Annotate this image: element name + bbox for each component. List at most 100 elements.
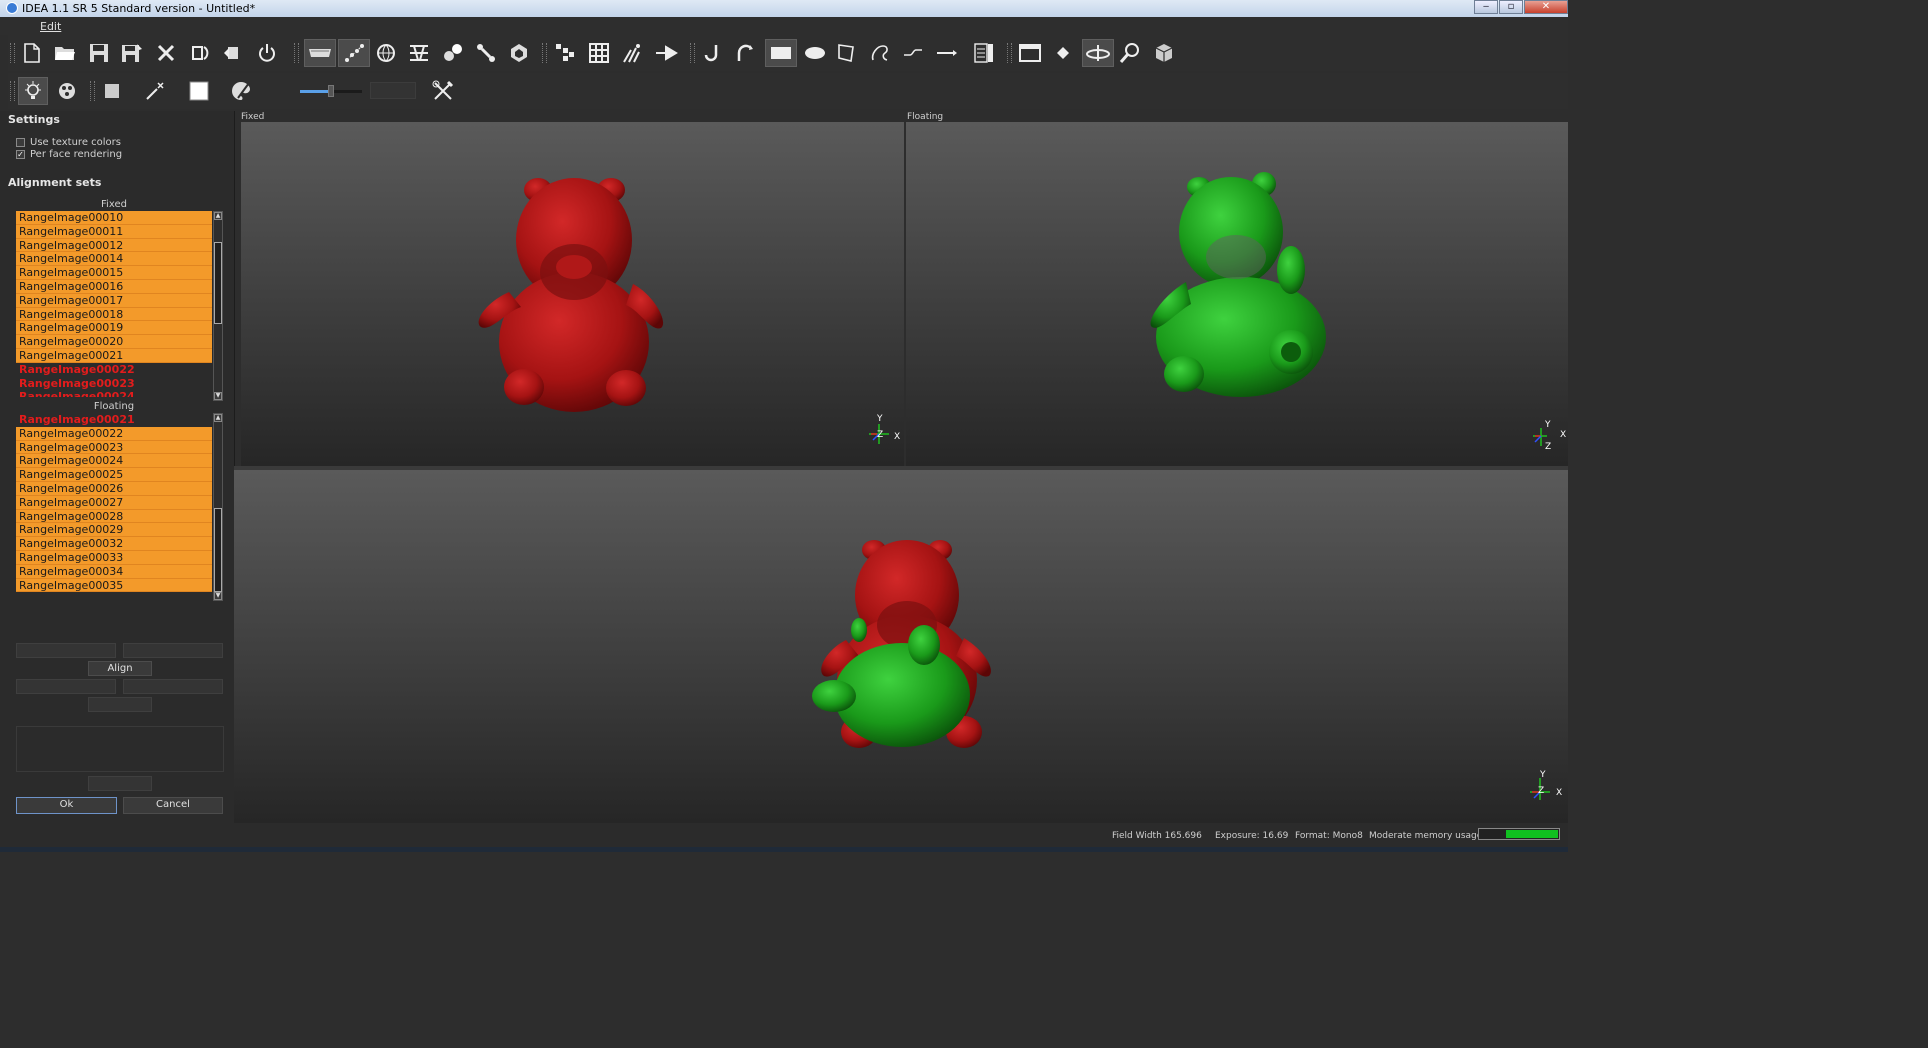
list-item[interactable]: RangeImage00022 [16, 426, 212, 441]
cancel-button[interactable]: Cancel [123, 797, 223, 814]
list-item[interactable]: RangeImage00021 [16, 348, 212, 363]
list-item[interactable]: RangeImage00023 [16, 377, 212, 391]
list-item[interactable]: RangeImage00025 [16, 468, 212, 482]
power-icon[interactable] [253, 39, 281, 67]
grid-small-icon[interactable] [551, 39, 579, 67]
ellipse-icon[interactable] [799, 39, 831, 67]
list-item[interactable]: RangeImage00023 [16, 440, 212, 455]
minimize-button[interactable]: ‒ [1474, 0, 1498, 14]
toolbar-grip[interactable] [10, 43, 15, 63]
list-item[interactable]: RangeImage00034 [16, 564, 212, 579]
save-as-icon[interactable] [118, 39, 146, 67]
square-stop-icon[interactable] [98, 77, 126, 105]
floating-list-scrollbar[interactable]: ▲ ▼ [213, 413, 223, 601]
scroll-up-icon[interactable]: ▲ [214, 414, 222, 422]
use-texture-colors-row[interactable]: Use texture colors [16, 137, 121, 148]
fixed-list-scrollbar[interactable]: ▲ ▼ [213, 211, 223, 401]
wave-line-icon[interactable] [899, 39, 927, 67]
window-icon[interactable] [1016, 39, 1044, 67]
paint-palette-icon[interactable] [227, 77, 255, 105]
delete-x-icon[interactable] [152, 39, 180, 67]
list-item[interactable]: RangeImage00012 [16, 238, 212, 253]
floating-viewport[interactable]: Y Z X [906, 122, 1568, 466]
list-item[interactable]: RangeImage00016 [16, 279, 212, 294]
scroll-down-icon[interactable]: ▼ [214, 392, 222, 400]
wand-icon[interactable] [141, 77, 169, 105]
scroll-thumb[interactable] [214, 242, 222, 324]
zoom-icon[interactable] [1116, 39, 1144, 67]
save-icon[interactable] [85, 39, 113, 67]
globe-icon[interactable] [372, 39, 400, 67]
cube-icon[interactable] [1150, 39, 1178, 67]
new-file-icon[interactable] [18, 39, 46, 67]
opacity-spinbox[interactable] [370, 82, 416, 99]
list-item[interactable]: RangeImage00020 [16, 335, 212, 349]
list-item[interactable]: RangeImage00033 [16, 550, 212, 565]
align-button[interactable]: Align [88, 661, 152, 676]
list-item[interactable]: RangeImage00019 [16, 321, 212, 336]
list-item[interactable]: RangeImage00028 [16, 509, 212, 524]
fixed-list[interactable]: RangeImage00010 RangeImage00011 RangeImage… [16, 211, 212, 397]
mesh-icon[interactable] [405, 39, 433, 67]
axis-z-label: Z [1538, 786, 1545, 796]
disc-icon[interactable] [1082, 39, 1114, 67]
axis-z-label: Z [1545, 442, 1552, 452]
tools-icon[interactable] [429, 77, 457, 105]
per-face-rendering-row[interactable]: ✓ Per face rendering [16, 149, 122, 160]
toolbar-grip[interactable] [10, 81, 15, 101]
list-item[interactable]: RangeImage00018 [16, 307, 212, 322]
polygon-icon[interactable] [832, 39, 860, 67]
arrow-shape-icon[interactable] [652, 39, 680, 67]
list-item[interactable]: RangeImage00022 [16, 363, 212, 377]
menu-edit[interactable]: Edit [40, 20, 61, 33]
maximize-button[interactable]: ▫ [1499, 0, 1523, 14]
list-item[interactable]: RangeImage00014 [16, 252, 212, 267]
light-icon[interactable] [18, 77, 48, 105]
undo-icon[interactable] [219, 39, 247, 67]
line-arrow-icon[interactable] [933, 39, 961, 67]
scroll-up-icon[interactable]: ▲ [214, 212, 222, 220]
diamond-icon[interactable] [1049, 39, 1077, 67]
close-button[interactable]: ✕ [1524, 0, 1568, 14]
list-panel-icon[interactable] [970, 39, 998, 67]
list-item[interactable]: RangeImage00027 [16, 495, 212, 510]
white-square-icon[interactable] [185, 77, 213, 105]
hook-icon[interactable] [698, 39, 726, 67]
floating-list[interactable]: RangeImage00021 RangeImage00022 RangeImage… [16, 413, 212, 593]
list-item[interactable]: RangeImage00024 [16, 454, 212, 469]
use-texture-colors-checkbox[interactable] [16, 138, 25, 147]
rectangle-icon[interactable] [765, 39, 797, 67]
opacity-slider-thumb[interactable] [328, 85, 334, 97]
palette-blob-icon[interactable] [53, 77, 81, 105]
points-icon[interactable] [338, 39, 370, 67]
list-item[interactable]: RangeImage00032 [16, 537, 212, 551]
lasso-icon[interactable] [866, 39, 894, 67]
list-item[interactable]: RangeImage00010 [16, 211, 212, 225]
list-item[interactable]: RangeImage00015 [16, 266, 212, 280]
rotate-icon[interactable] [186, 39, 214, 67]
combined-viewport[interactable]: Y Z X [234, 470, 1568, 823]
memory-status: Moderate memory usage [1369, 831, 1483, 841]
scroll-down-icon[interactable]: ▼ [214, 592, 222, 600]
per-face-rendering-checkbox[interactable]: ✓ [16, 150, 25, 159]
merge-icon[interactable] [439, 39, 467, 67]
grid-large-icon[interactable] [585, 39, 613, 67]
list-item[interactable]: RangeImage00021 [16, 413, 212, 427]
fixed-viewport[interactable]: Y Z X [241, 122, 904, 466]
os-taskbar [0, 847, 1568, 852]
open-folder-icon[interactable] [51, 39, 79, 67]
align-points-icon[interactable] [472, 39, 500, 67]
scanner-icon[interactable] [304, 39, 336, 67]
sparkle-icon[interactable] [618, 39, 646, 67]
list-item[interactable]: RangeImage00026 [16, 481, 212, 496]
scroll-thumb[interactable] [214, 508, 222, 592]
list-item[interactable]: RangeImage00024 [16, 390, 212, 397]
hexagon-icon[interactable] [505, 39, 533, 67]
ok-button[interactable]: Ok [16, 797, 117, 814]
list-item[interactable]: RangeImage00035 [16, 578, 212, 593]
opacity-slider[interactable] [300, 85, 362, 97]
list-item[interactable]: RangeImage00011 [16, 224, 212, 239]
curve-icon[interactable] [731, 39, 759, 67]
list-item[interactable]: RangeImage00029 [16, 523, 212, 538]
list-item[interactable]: RangeImage00017 [16, 293, 212, 308]
